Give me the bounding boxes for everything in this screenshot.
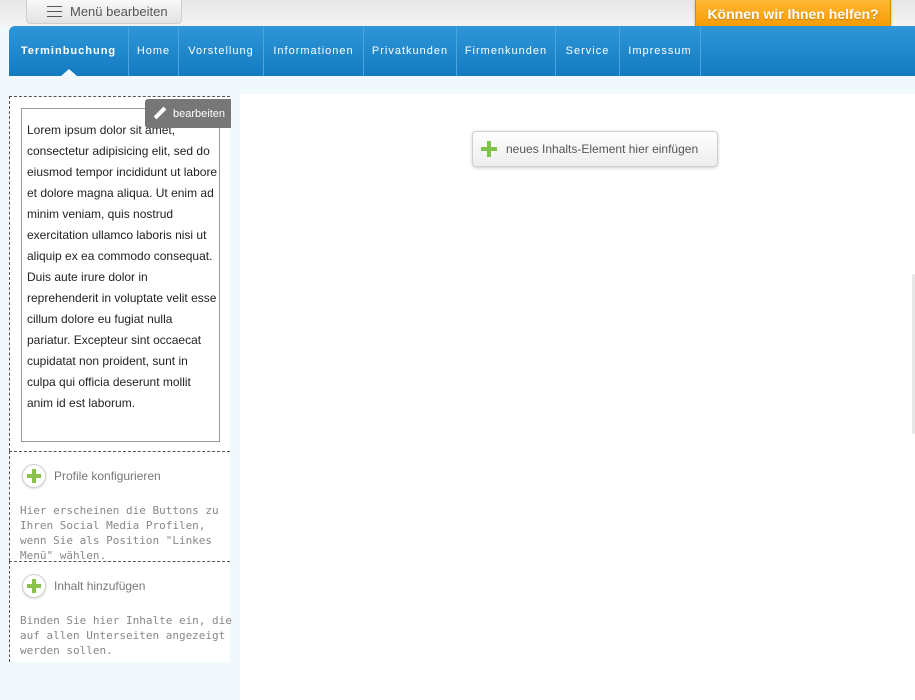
edit-label: bearbeiten bbox=[173, 107, 225, 120]
help-button[interactable]: Können wir Ihnen helfen? bbox=[695, 0, 891, 29]
add-circle-icon bbox=[22, 574, 46, 598]
sidebar-text: Lorem ipsum dolor sit amet, consectetur … bbox=[21, 108, 220, 442]
nav-item-terminbuchung[interactable]: Terminbuchung bbox=[9, 26, 129, 76]
menu-icon bbox=[47, 6, 62, 17]
add-circle-icon bbox=[22, 464, 46, 488]
nav-item-firmenkunden[interactable]: Firmenkunden bbox=[457, 26, 556, 76]
main-content-area bbox=[240, 94, 915, 700]
nav-item-privatkunden[interactable]: Privatkunden bbox=[364, 26, 457, 76]
add-content-element-label: neues Inhalts-Element hier einfügen bbox=[506, 142, 699, 156]
nav-item-impressum[interactable]: Impressum bbox=[620, 26, 701, 76]
nav-item-home[interactable]: Home bbox=[129, 26, 179, 76]
add-content-button[interactable]: Inhalt hinzufügen bbox=[22, 574, 145, 598]
edit-button[interactable]: bearbeiten bbox=[145, 99, 231, 128]
nav-item-vorstellung[interactable]: Vorstellung bbox=[179, 26, 264, 76]
add-content-element-button[interactable]: neues Inhalts-Element hier einfügen bbox=[472, 131, 718, 167]
plus-icon bbox=[481, 141, 497, 157]
sidebar-text-block[interactable]: Lorem ipsum dolor sit amet, consectetur … bbox=[9, 96, 231, 451]
sidebar-content-block: Inhalt hinzufügen Binden Sie hier Inhalt… bbox=[9, 561, 232, 662]
content-description: Binden Sie hier Inhalte ein, die auf all… bbox=[20, 614, 232, 657]
pencil-icon bbox=[153, 107, 167, 121]
main-navigation: Terminbuchung Home Vorstellung Informati… bbox=[9, 26, 915, 76]
nav-item-informationen[interactable]: Informationen bbox=[264, 26, 364, 76]
menu-edit-button[interactable]: Menü bearbeiten bbox=[26, 0, 182, 24]
configure-profiles-label: Profile konfigurieren bbox=[54, 469, 161, 483]
left-sidebar: Lorem ipsum dolor sit amet, consectetur … bbox=[9, 96, 232, 662]
menu-edit-label: Menü bearbeiten bbox=[70, 4, 168, 19]
configure-profiles-button[interactable]: Profile konfigurieren bbox=[22, 464, 161, 488]
add-content-label: Inhalt hinzufügen bbox=[54, 579, 146, 593]
sidebar-profiles-block: Profile konfigurieren Hier erscheinen di… bbox=[9, 451, 230, 562]
nav-item-service[interactable]: Service bbox=[556, 26, 620, 76]
profiles-description: Hier erscheinen die Buttons zu Ihren Soc… bbox=[20, 504, 219, 562]
